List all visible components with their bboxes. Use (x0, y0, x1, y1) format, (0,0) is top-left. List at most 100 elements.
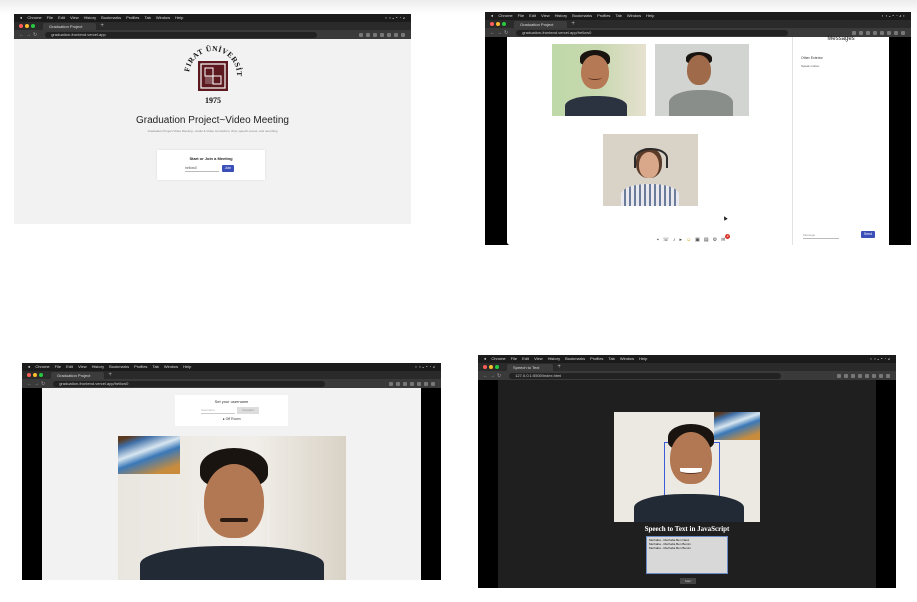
menu-item-chrome[interactable]: Chrome (498, 12, 512, 20)
start-button[interactable]: Start (680, 578, 696, 584)
new-tab-icon[interactable]: + (108, 372, 112, 378)
menu-item-bookmarks[interactable]: Bookmarks (565, 355, 585, 363)
menu-item-view[interactable]: View (534, 355, 543, 363)
status-icons: ◐ ◑ ◒ ◓ ◔ ◕ (414, 364, 435, 369)
menu-item-window[interactable]: Window (156, 14, 170, 22)
menu-item-chrome[interactable]: Chrome (491, 355, 505, 363)
minimize-window-icon[interactable] (33, 373, 37, 377)
address-bar-row: ←→↻ graduation-frontend.vercel.app (14, 30, 411, 39)
screen-share-icon[interactable]: ▣ (695, 237, 700, 243)
menu-item-window[interactable]: Window (620, 355, 634, 363)
menu-item-history[interactable]: History (84, 14, 96, 22)
menu-item-profiles[interactable]: Profiles (590, 355, 603, 363)
minimize-window-icon[interactable] (489, 365, 493, 369)
menu-item-bookmarks[interactable]: Bookmarks (572, 12, 592, 20)
menu-item-tab[interactable]: Tab (608, 355, 614, 363)
nav-arrows-icon[interactable]: ←→↻ (483, 373, 503, 379)
close-window-icon[interactable] (27, 373, 31, 377)
address-bar-row: ←→↻ graduation-frontend.vercel.app/hello… (22, 379, 441, 388)
menu-item-file[interactable]: File (518, 12, 524, 20)
menu-item-edit[interactable]: Edit (529, 12, 536, 20)
address-bar[interactable]: 127.0.0.1:5500/index.html (509, 372, 782, 379)
camera-icon[interactable]: ▪ (657, 237, 659, 243)
menu-item-bookmarks[interactable]: Bookmarks (109, 363, 129, 371)
menu-item-window[interactable]: Window (627, 12, 641, 20)
address-bar-row: ←→↻ 127.0.0.1:5500/index.html (478, 371, 896, 380)
menu-item-file[interactable]: File (55, 363, 61, 371)
menu-item-help[interactable]: Help (175, 14, 183, 22)
menu-item-profiles[interactable]: Profiles (126, 14, 139, 22)
screenshot-speech-to-text: ● Chrome File Edit View History Bookmark… (478, 355, 896, 588)
close-window-icon[interactable] (19, 24, 23, 28)
message-input[interactable]: Message (803, 233, 839, 239)
send-button[interactable]: Send (861, 231, 875, 238)
browser-tab[interactable]: Speech to Text (507, 364, 554, 371)
menu-item-profiles[interactable]: Profiles (134, 363, 147, 371)
browser-tab[interactable]: Graduation Project (43, 23, 97, 30)
transcript-box: Merhaba - Merhaba Ben Nasıl Merhaba - Me… (646, 536, 728, 574)
tab-strip: Graduation Project + (14, 22, 411, 30)
maximize-window-icon[interactable] (39, 373, 43, 377)
menu-item-view[interactable]: View (541, 12, 550, 20)
menu-item-file[interactable]: File (47, 14, 53, 22)
nav-arrows-icon[interactable]: ←→↻ (27, 381, 47, 387)
phone-icon[interactable]: ☏ (663, 237, 669, 243)
emoji-icon[interactable]: ☺ (686, 237, 691, 243)
dot-icon: ● (222, 417, 225, 421)
mic-icon[interactable]: ♪ (673, 237, 676, 243)
status-icons: ◐ ◑ ◒ ◓ ◔ ◕ (384, 15, 405, 20)
menu-item-help[interactable]: Help (639, 355, 647, 363)
address-bar[interactable]: graduation-frontend.vercel.app/hellow0 (53, 380, 326, 387)
transcript-line: Merhaba - Merhaba Ben Benim (649, 546, 691, 550)
settings-icon[interactable]: ⚙ (713, 237, 717, 243)
record-icon[interactable]: ▤ (704, 237, 709, 243)
new-tab-icon[interactable]: + (571, 21, 575, 27)
menu-item-bookmarks[interactable]: Bookmarks (101, 14, 121, 22)
call-toolbar: ▪ ☏ ♪ ▸ ☺ ▣ ▤ ⚙ ✉ 2 (657, 234, 731, 244)
nav-arrows-icon[interactable]: ←→↻ (19, 32, 39, 38)
close-window-icon[interactable] (483, 365, 487, 369)
maximize-window-icon[interactable] (502, 22, 506, 26)
browser-tab[interactable]: Graduation Project (51, 372, 105, 379)
join-button[interactable]: Join (222, 165, 234, 172)
minimize-window-icon[interactable] (496, 22, 500, 26)
menu-item-history[interactable]: History (555, 12, 567, 20)
menu-item-tab[interactable]: Tab (144, 14, 150, 22)
menu-item-edit[interactable]: Edit (66, 363, 73, 371)
menu-item-chrome[interactable]: Chrome (27, 14, 41, 22)
nav-arrows-icon[interactable]: ←→↻ (490, 30, 510, 36)
menu-item-help[interactable]: Help (646, 12, 654, 20)
menu-item-tab[interactable]: Tab (152, 363, 158, 371)
username-input[interactable]: Username (201, 408, 235, 414)
connect-button[interactable]: Connect (237, 407, 259, 414)
address-bar[interactable]: graduation-frontend.vercel.app (45, 31, 318, 38)
room-toggle[interactable]: ● Off Room (175, 417, 288, 421)
menu-item-view[interactable]: View (78, 363, 87, 371)
menu-item-history[interactable]: History (548, 355, 560, 363)
browser-tab[interactable]: Graduation Project (514, 21, 568, 28)
menu-item-history[interactable]: History (92, 363, 104, 371)
menu-item-file[interactable]: File (511, 355, 517, 363)
speech-page: Speech to Text in JavaScript Merhaba - M… (498, 380, 876, 588)
meeting-id-input[interactable]: hellow0 (185, 166, 219, 172)
menu-item-window[interactable]: Window (164, 363, 178, 371)
menu-item-edit[interactable]: Edit (58, 14, 65, 22)
menu-item-help[interactable]: Help (183, 363, 191, 371)
video-icon[interactable]: ▸ (680, 237, 683, 243)
menu-item-chrome[interactable]: Chrome (35, 363, 49, 371)
mac-menubar: ● Chrome File Edit View History Bookmark… (14, 14, 411, 22)
new-tab-icon[interactable]: + (100, 23, 104, 29)
address-bar[interactable]: graduation-frontend.vercel.app/hellow0 (516, 29, 789, 36)
chat-icon[interactable]: ✉ 2 (721, 234, 731, 243)
mac-menubar: ● Chrome File Edit View History Bookmark… (22, 363, 441, 371)
maximize-window-icon[interactable] (31, 24, 35, 28)
menu-item-view[interactable]: View (70, 14, 79, 22)
new-tab-icon[interactable]: + (557, 364, 561, 370)
close-window-icon[interactable] (490, 22, 494, 26)
menu-item-profiles[interactable]: Profiles (597, 12, 610, 20)
minimize-window-icon[interactable] (25, 24, 29, 28)
maximize-window-icon[interactable] (495, 365, 499, 369)
menu-item-tab[interactable]: Tab (615, 12, 621, 20)
wall-painting (714, 412, 760, 440)
menu-item-edit[interactable]: Edit (522, 355, 529, 363)
